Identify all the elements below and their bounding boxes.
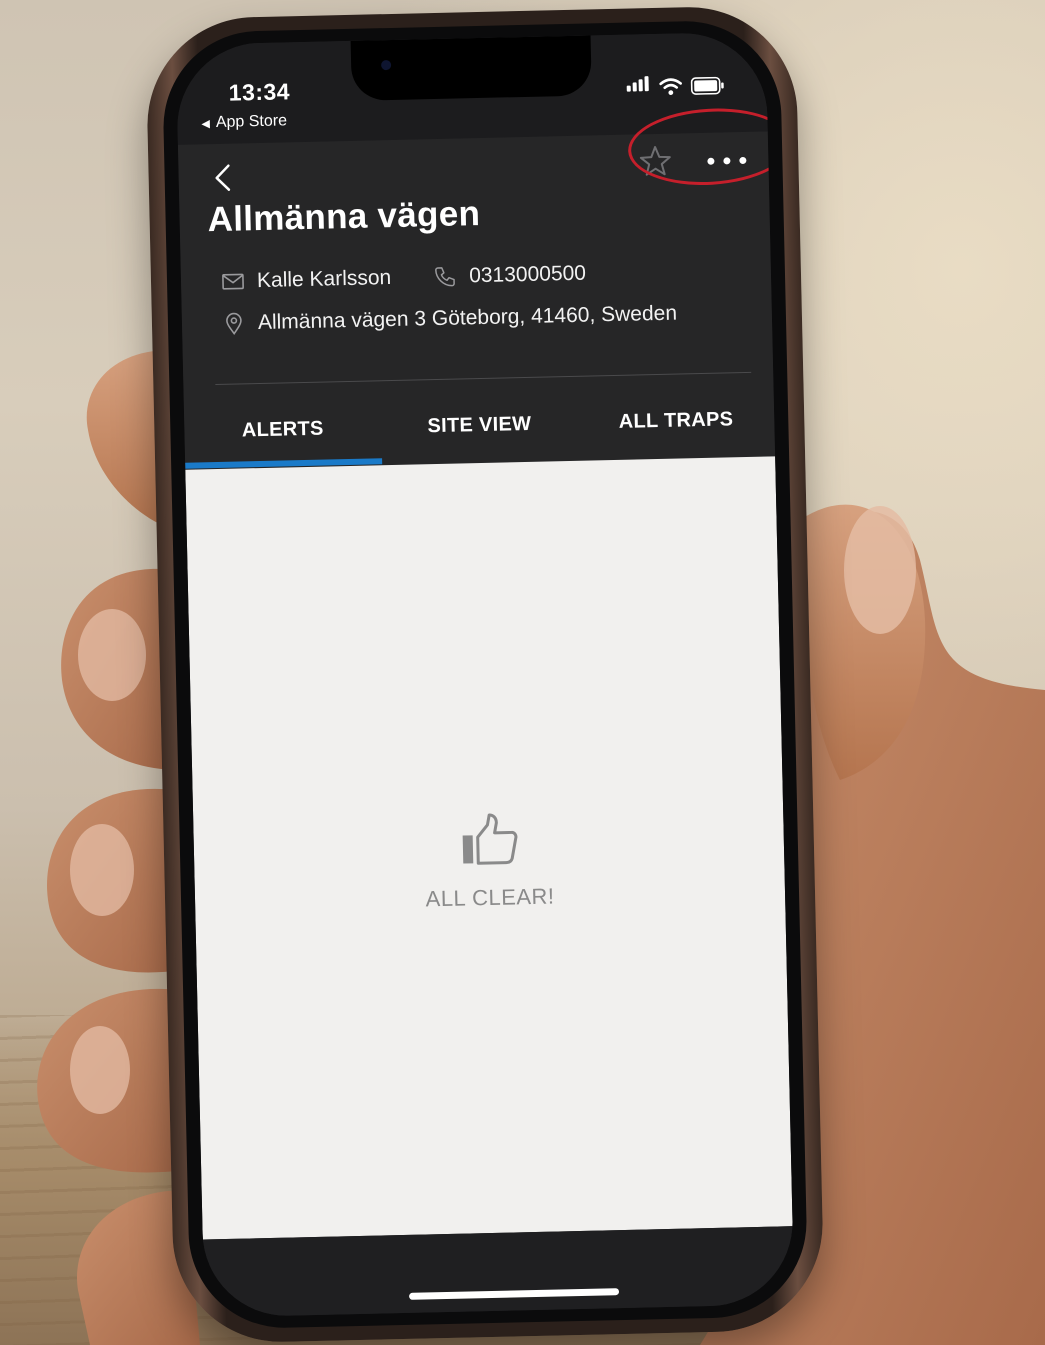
phone-device: 13:34 ◀ App Store Allmänna vägen Kalle K… [145,4,825,1345]
chevron-left-icon[interactable] [210,162,235,195]
tab-bar: ALERTS SITE VIEW ALL TRAPS [184,383,775,468]
back-to-app-store-link[interactable]: ◀ App Store [201,112,287,132]
cellular-signal-icon [626,76,650,97]
contact-row: Kalle Karlsson 0313000500 [221,262,586,294]
address-row: Allmänna vägen 3 Göteborg, 41460, Sweden [222,302,678,336]
all-clear-label: ALL CLEAR! [425,883,555,912]
site-title: Allmänna vägen [207,193,481,240]
tab-alerts[interactable]: ALERTS [184,392,382,468]
phone-screen: 13:34 ◀ App Store Allmänna vägen Kalle K… [175,31,795,1318]
map-pin-icon [226,312,242,335]
home-area [202,1226,795,1318]
tab-site-view[interactable]: SITE VIEW [380,388,578,464]
address-text[interactable]: Allmänna vägen 3 Göteborg, 41460, Sweden [258,302,678,336]
status-time: 13:34 [228,78,291,106]
back-triangle-icon: ◀ [201,117,211,130]
camera-notch [350,35,592,101]
phone-icon [435,267,456,287]
contact-name[interactable]: Kalle Karlsson [257,266,392,293]
back-app-label: App Store [215,112,288,131]
phone-bezel: 13:34 ◀ App Store Allmänna vägen Kalle K… [161,19,809,1330]
battery-icon [690,76,725,95]
status-icons [626,74,724,96]
empty-state: ALL CLEAR! [193,806,785,917]
wifi-icon [659,77,683,96]
home-indicator[interactable] [409,1288,620,1300]
site-header: Allmänna vägen Kalle Karlsson 0313000500 [177,104,795,470]
mail-icon [222,273,244,290]
header-divider [215,371,752,386]
alerts-panel: ALL CLEAR! [185,456,793,1240]
tab-all-traps[interactable]: ALL TRAPS [577,383,775,459]
thumbs-up-icon [462,813,518,865]
phone-number[interactable]: 0313000500 [469,262,586,289]
